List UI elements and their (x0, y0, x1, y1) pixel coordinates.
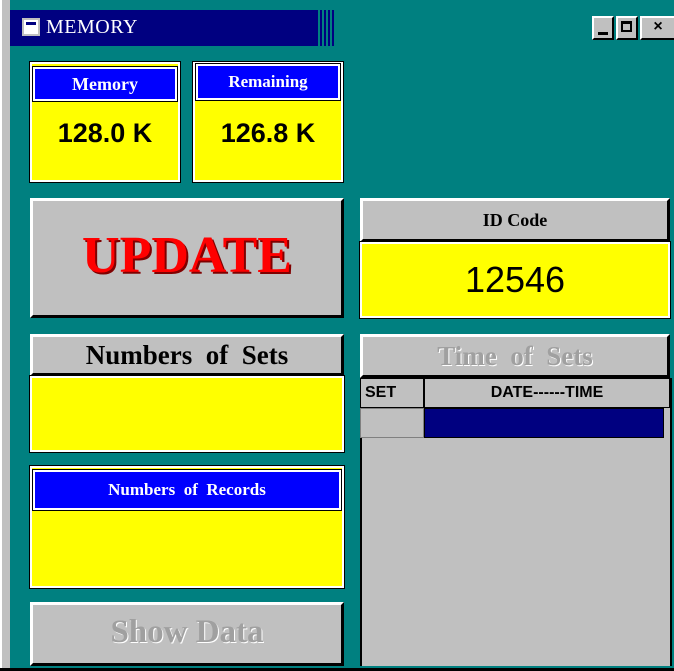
close-button[interactable]: × (640, 16, 674, 40)
title-bar-dither (316, 10, 334, 46)
id-code-value: 12546 (464, 259, 566, 300)
minimize-button[interactable] (592, 16, 614, 40)
app-window-icon[interactable] (22, 18, 40, 36)
grid-column-header-date-time[interactable]: DATE------TIME (424, 378, 670, 408)
window-left-frame (0, 0, 10, 671)
memory-label: Memory (32, 66, 178, 102)
numbers-of-sets-label: Numbers of Sets (30, 334, 344, 376)
time-of-sets-button[interactable]: Time of Sets (360, 334, 670, 378)
grid-cell-set[interactable] (360, 408, 424, 438)
update-button-label[interactable]: UPDATE (30, 198, 344, 318)
maximize-button[interactable] (616, 16, 638, 40)
close-icon: × (653, 18, 663, 35)
minimize-icon (598, 32, 608, 35)
show-data-button-label[interactable]: Show Data (30, 602, 344, 666)
id-code-label: ID Code (360, 198, 670, 242)
grid-cell-date-time-selected[interactable] (424, 408, 664, 438)
numbers-of-sets-value (29, 375, 345, 453)
grid-column-header-set[interactable]: SET (360, 378, 424, 408)
window-title: MEMORY (46, 16, 138, 38)
remaining-label: Remaining (195, 63, 341, 101)
memory-value: 128.0 K (57, 118, 153, 148)
remaining-value: 126.8 K (220, 118, 316, 148)
numbers-of-records-label: Numbers of Records (32, 469, 342, 511)
maximize-icon (621, 21, 632, 32)
